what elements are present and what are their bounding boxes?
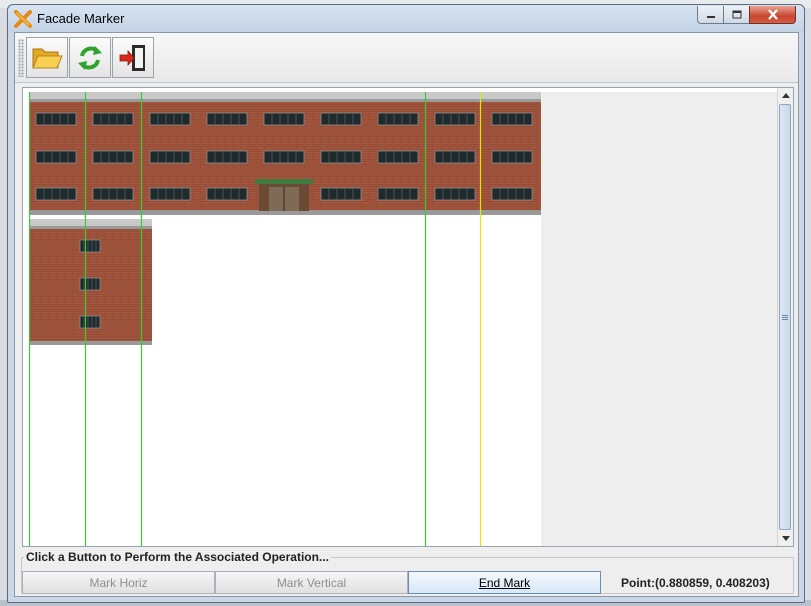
facade-window: [92, 187, 134, 201]
toolbar-grip[interactable]: [18, 39, 24, 77]
open-folder-button[interactable]: [26, 37, 68, 78]
facade-window: [320, 187, 362, 201]
window-title: Facade Marker: [37, 11, 125, 26]
facade-window: [149, 112, 191, 126]
close-icon: [767, 9, 778, 20]
facade-window: [434, 187, 476, 201]
facade-window: [320, 112, 362, 126]
operations-panel: Click a Button to Perform the Associated…: [21, 550, 794, 594]
toolbar: [15, 33, 798, 83]
facade-window: [79, 277, 101, 291]
facade-window: [35, 112, 77, 126]
facade-canvas: [29, 92, 778, 546]
facade-window: [263, 150, 305, 164]
facade-window: [320, 150, 362, 164]
scroll-up-button[interactable]: [778, 88, 793, 103]
facade-window: [491, 112, 533, 126]
end-mark-button[interactable]: End Mark: [408, 571, 601, 594]
refresh-icon: [78, 45, 102, 70]
operations-panel-title: Click a Button to Perform the Associated…: [24, 550, 331, 564]
facade-window: [92, 150, 134, 164]
point-readout: Point:(0.880859, 0.408203): [621, 576, 770, 590]
folder-open-icon: [32, 48, 63, 68]
facade-window: [35, 187, 77, 201]
client-area: Click a Button to Perform the Associated…: [14, 32, 799, 597]
facade-window: [206, 187, 248, 201]
facade-window: [491, 150, 533, 164]
vertical-scrollbar[interactable]: [777, 88, 793, 546]
facade-window: [35, 150, 77, 164]
facade-window: [263, 112, 305, 126]
scroll-thumb[interactable]: [779, 104, 791, 530]
minimize-button[interactable]: [697, 6, 724, 24]
small-building-image: [29, 219, 152, 345]
facade-scroll-pane[interactable]: [22, 87, 794, 547]
facade-window: [377, 112, 419, 126]
maximize-icon: [732, 10, 741, 18]
scroll-grip-icon: [782, 314, 788, 320]
exit-icon: [119, 44, 145, 71]
mark-horiz-button[interactable]: Mark Horiz: [22, 571, 215, 594]
close-button[interactable]: [749, 6, 796, 24]
facade-window: [79, 239, 101, 253]
title-bar[interactable]: Facade Marker: [8, 5, 804, 32]
facade-window: [206, 150, 248, 164]
end-mark-label: End Mark: [478, 575, 531, 590]
facade-window: [434, 150, 476, 164]
exit-button[interactable]: [112, 37, 154, 78]
maximize-button[interactable]: [723, 6, 750, 24]
facade-window: [149, 187, 191, 201]
facade-window: [79, 315, 101, 329]
facade-window: [377, 187, 419, 201]
scroll-down-button[interactable]: [778, 531, 793, 546]
chevron-up-icon: [781, 93, 790, 98]
facade-window: [149, 150, 191, 164]
facade-marker-window: Facade Marker Click a Button to Perform …: [7, 4, 805, 603]
facade-window: [377, 150, 419, 164]
mark-vertical-button[interactable]: Mark Vertical: [215, 571, 408, 594]
chevron-down-icon: [781, 536, 790, 541]
facade-window: [206, 112, 248, 126]
facade-drawing[interactable]: [29, 92, 541, 546]
facade-window: [434, 112, 476, 126]
main-building-image: [29, 92, 541, 215]
x-logo-icon: [14, 10, 32, 28]
facade-window: [491, 187, 533, 201]
entrance-canopy: [255, 179, 313, 211]
minimize-icon: [706, 15, 715, 18]
background-right: [805, 8, 811, 606]
refresh-button[interactable]: [69, 37, 111, 78]
facade-window: [92, 112, 134, 126]
